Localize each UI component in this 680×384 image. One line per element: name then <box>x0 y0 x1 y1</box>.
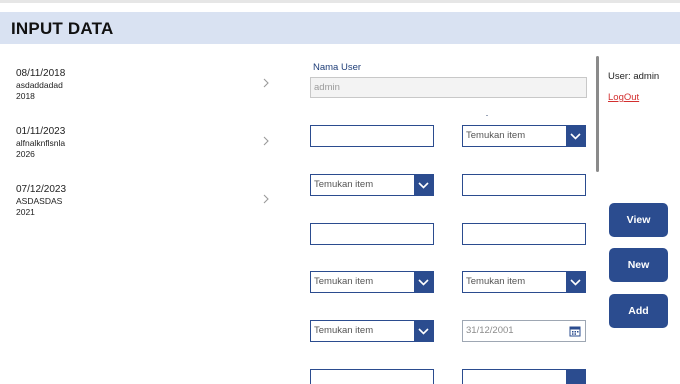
text-input[interactable] <box>310 369 434 384</box>
gallery-item-name: asdaddadad <box>16 80 63 90</box>
text-input[interactable] <box>462 223 586 245</box>
text-input[interactable] <box>462 174 586 196</box>
dropdown[interactable]: Temukan item <box>310 271 434 293</box>
date-value: 31/12/2001 <box>466 325 514 336</box>
chevron-down-icon[interactable] <box>414 272 433 292</box>
dropdown[interactable]: Temukan item <box>462 125 586 147</box>
gallery-item-year: 2018 <box>16 91 35 101</box>
dropdown[interactable]: Temukan item <box>310 320 434 342</box>
gallery-item-year: 2026 <box>16 149 35 159</box>
chevron-right-icon[interactable] <box>260 192 272 206</box>
form-scrollbar-thumb[interactable] <box>596 56 599 172</box>
user-name-input[interactable]: admin <box>310 77 587 98</box>
gallery-item[interactable]: 07/12/2023 ASDASDAS 2021 <box>0 174 285 224</box>
chevron-right-icon[interactable] <box>260 76 272 90</box>
gallery-item-year: 2021 <box>16 207 35 217</box>
gallery-item-date: 08/11/2018 <box>16 68 66 79</box>
gallery-item-name: alfnalknflsnla <box>16 138 66 148</box>
calendar-icon[interactable] <box>569 325 581 337</box>
text-input[interactable] <box>310 223 434 245</box>
gallery-item-date: 07/12/2023 <box>16 184 67 195</box>
required-marker <box>486 115 488 116</box>
page-header: INPUT DATA <box>0 12 680 44</box>
user-name-label: Nama User <box>313 62 362 73</box>
chevron-down-icon[interactable] <box>566 370 585 384</box>
dropdown-placeholder: Temukan item <box>314 179 374 190</box>
top-strip <box>0 0 680 3</box>
new-button[interactable]: New <box>609 248 668 282</box>
gallery-item-name: ASDASDAS <box>16 196 63 206</box>
dropdown[interactable]: Temukan item <box>310 174 434 196</box>
dropdown-placeholder: Temukan item <box>314 276 374 287</box>
gallery-item[interactable]: 08/11/2018 asdaddadad 2018 <box>0 58 285 108</box>
add-button[interactable]: Add <box>609 294 668 328</box>
gallery-item[interactable]: 01/11/2023 alfnalknflsnla 2026 <box>0 116 285 166</box>
dropdown-placeholder: Temukan item <box>466 130 526 141</box>
dropdown-placeholder: Temukan item <box>466 276 526 287</box>
chevron-down-icon[interactable] <box>566 272 585 292</box>
text-input[interactable] <box>310 125 434 147</box>
chevron-down-icon[interactable] <box>566 126 585 146</box>
dropdown-placeholder: Temukan item <box>314 325 374 336</box>
date-picker[interactable]: 31/12/2001 <box>462 320 586 342</box>
chevron-right-icon[interactable] <box>260 134 272 148</box>
current-user-label: User: admin <box>608 71 660 82</box>
view-button[interactable]: View <box>609 203 668 237</box>
dropdown[interactable]: Temukan item <box>462 271 586 293</box>
page-title: INPUT DATA <box>11 19 114 38</box>
chevron-down-icon[interactable] <box>414 321 433 341</box>
dropdown[interactable] <box>462 369 586 384</box>
logout-link[interactable]: LogOut <box>608 92 639 103</box>
chevron-down-icon[interactable] <box>414 175 433 195</box>
gallery-item-date: 01/11/2023 <box>16 126 66 137</box>
